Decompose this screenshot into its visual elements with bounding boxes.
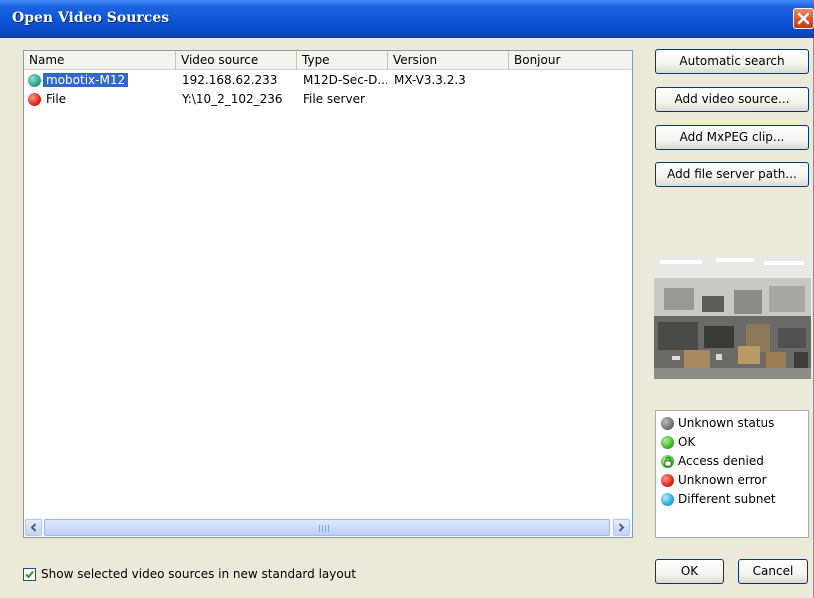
legend-label: Access denied: [678, 454, 764, 468]
horizontal-scrollbar[interactable]: [24, 518, 632, 537]
automatic-search-button[interactable]: Automatic search: [655, 49, 809, 74]
arrow-right-icon: [618, 523, 625, 532]
column-header-version[interactable]: Version: [388, 51, 509, 70]
different-subnet-icon: [661, 493, 674, 506]
legend-label: Different subnet: [678, 492, 776, 506]
window-title: Open Video Sources: [12, 10, 170, 26]
close-button[interactable]: [793, 8, 814, 29]
unknown-status-icon: [661, 417, 674, 430]
row-video-source-cell: 192.168.62.233: [182, 73, 278, 87]
standard-layout-checkbox[interactable]: [23, 568, 36, 581]
column-header-video-source[interactable]: Video source: [176, 51, 297, 70]
camera-preview-image: [654, 256, 811, 379]
office-scene-image: [654, 256, 811, 379]
row-name-label: mobotix-M12: [43, 73, 129, 87]
legend-item: Different subnet: [661, 490, 806, 508]
row-version-cell: MX-V3.3.2.3: [394, 73, 466, 87]
row-version-cell: [394, 90, 506, 109]
status-legend: Unknown status OK Access denied Unknown …: [655, 410, 809, 538]
legend-item: Unknown status: [661, 414, 806, 432]
list-header: Name Video source Type Version Bonjour: [24, 51, 632, 70]
legend-item: Unknown error: [661, 471, 806, 489]
row-type-cell: M12D-Sec-D...: [303, 73, 387, 87]
scroll-left-button[interactable]: [25, 519, 42, 536]
legend-label: OK: [678, 435, 696, 449]
ok-status-icon: [661, 436, 674, 449]
row-name-cell: mobotix-M12: [43, 71, 175, 90]
add-mxpeg-clip-button[interactable]: Add MxPEG clip...: [655, 125, 809, 150]
add-video-source-button[interactable]: Add video source...: [655, 87, 809, 112]
table-row[interactable]: File Y:\10_2_102_236 File server: [24, 90, 632, 109]
checkmark-icon: [25, 570, 34, 579]
column-header-bonjour[interactable]: Bonjour: [509, 51, 632, 70]
arrow-left-icon: [30, 523, 37, 532]
column-header-name[interactable]: Name: [24, 51, 176, 70]
legend-item: Access denied: [661, 452, 806, 470]
ok-button[interactable]: OK: [655, 559, 724, 584]
table-row[interactable]: mobotix-M12 192.168.62.233 M12D-Sec-D...…: [24, 71, 632, 90]
legend-label: Unknown status: [678, 416, 775, 430]
open-video-sources-dialog: Open Video Sources Name Video source Typ…: [0, 0, 814, 598]
grip-icon: [319, 525, 329, 532]
legend-label: Unknown error: [678, 473, 767, 487]
standard-layout-checkbox-label[interactable]: Show selected video sources in new stand…: [41, 567, 356, 582]
legend-item: OK: [661, 433, 806, 451]
scrollbar-thumb[interactable]: [44, 519, 610, 536]
row-video-source-cell: Y:\10_2_102_236: [182, 92, 283, 106]
column-header-type[interactable]: Type: [297, 51, 388, 70]
cancel-button[interactable]: Cancel: [738, 559, 808, 584]
row-type-cell: File server: [303, 92, 365, 106]
row-name-cell: File: [46, 92, 67, 106]
scroll-right-button[interactable]: [613, 519, 630, 536]
title-bar[interactable]: Open Video Sources: [0, 0, 814, 38]
access-denied-lock-icon: [661, 455, 674, 468]
close-icon: [797, 12, 810, 25]
video-sources-list[interactable]: Name Video source Type Version Bonjour m…: [23, 50, 633, 538]
add-file-server-path-button[interactable]: Add file server path...: [655, 162, 809, 187]
status-error-icon: [28, 93, 41, 106]
unknown-error-icon: [661, 474, 674, 487]
status-ok-icon: [28, 74, 41, 87]
